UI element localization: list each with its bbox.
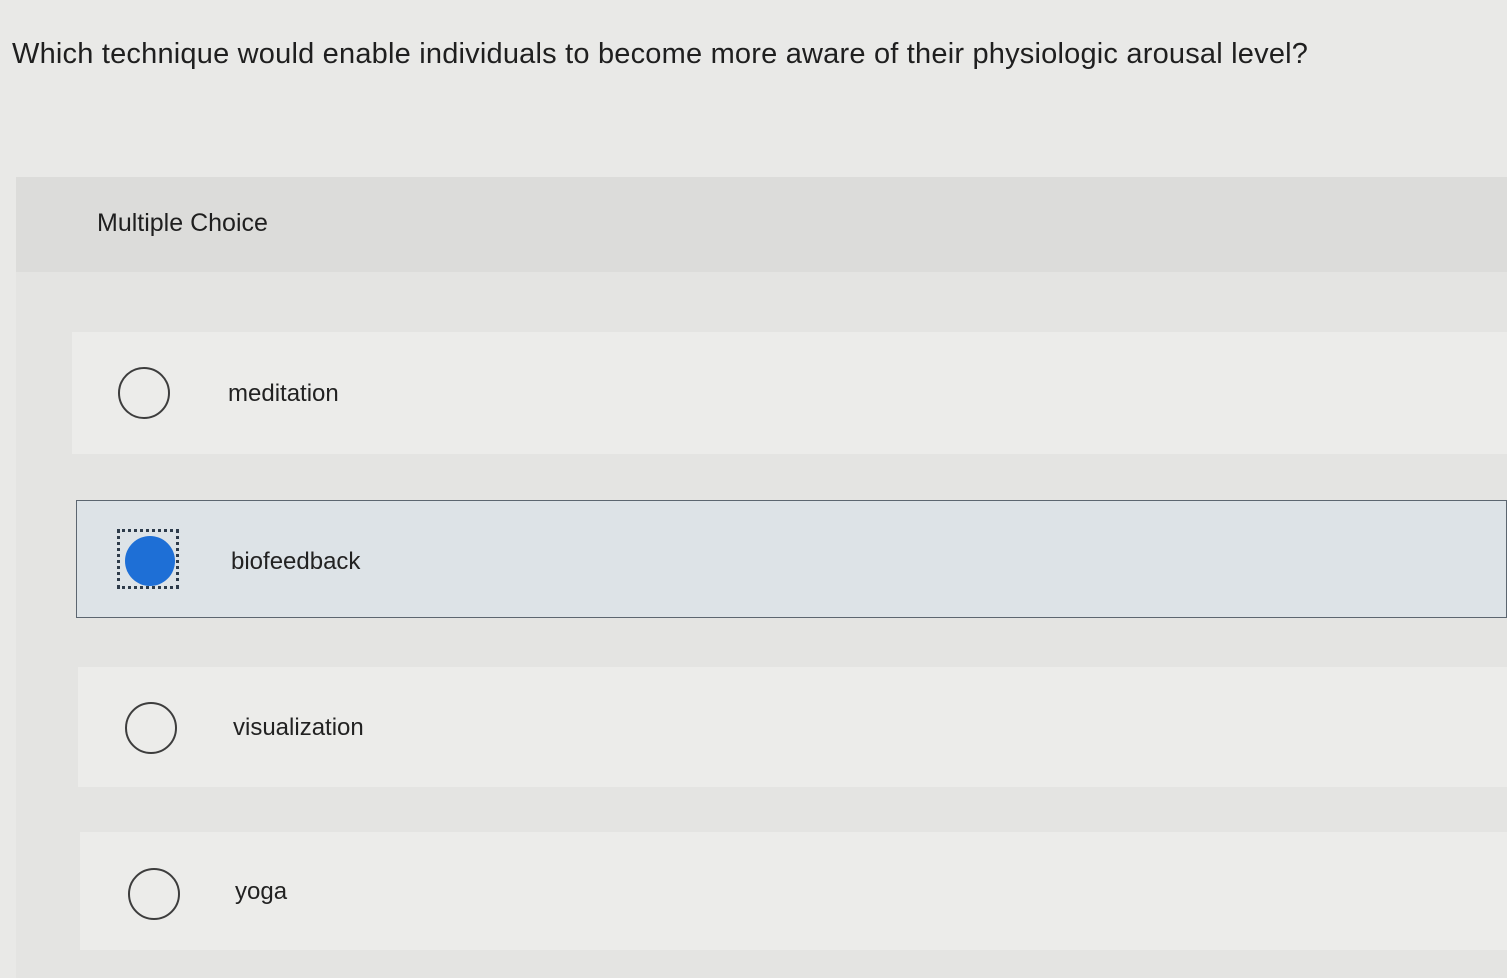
option-biofeedback[interactable]: biofeedback — [76, 500, 1507, 618]
option-label-yoga: yoga — [235, 878, 288, 905]
radio-focus-ring — [117, 529, 179, 589]
multiple-choice-heading: Multiple Choice — [97, 209, 268, 237]
multiple-choice-header: Multiple Choice — [16, 177, 1507, 272]
radio-button-yoga[interactable] — [128, 868, 180, 920]
option-label-visualization: visualization — [233, 714, 364, 741]
radio-button-biofeedback-selected[interactable] — [125, 536, 175, 586]
option-label-meditation: meditation — [228, 380, 339, 407]
radio-button-meditation[interactable] — [118, 367, 170, 419]
radio-button-visualization[interactable] — [125, 702, 177, 754]
option-yoga[interactable]: yoga — [80, 832, 1507, 950]
option-visualization[interactable]: visualization — [78, 667, 1507, 787]
option-meditation[interactable]: meditation — [72, 332, 1507, 454]
option-label-biofeedback: biofeedback — [231, 548, 361, 575]
question-text: Which technique would enable individuals… — [12, 38, 1309, 70]
